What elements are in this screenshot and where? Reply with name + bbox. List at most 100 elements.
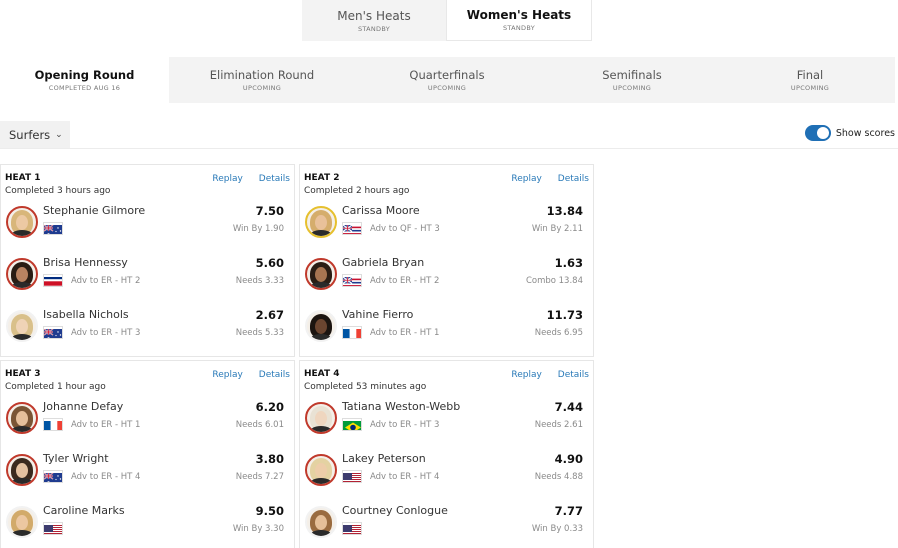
- replay-link[interactable]: Replay: [511, 370, 541, 380]
- surfer-row[interactable]: Johanne Defay Adv to ER - HT 1 6.20 Needs 6…: [1, 397, 294, 449]
- tab-status: STANDBY: [502, 24, 536, 32]
- avatar: [305, 506, 337, 538]
- show-scores-label: Show scores: [835, 127, 895, 139]
- surfer-name: Gabriela Bryan: [342, 256, 425, 269]
- tab-womens-heats[interactable]: Women's Heats STANDBY: [446, 0, 592, 41]
- details-link[interactable]: Details: [259, 174, 290, 184]
- flag-icon: [43, 470, 63, 483]
- tab-semifinals[interactable]: Semifinals UPCOMING: [539, 57, 725, 103]
- surfer-name: Tyler Wright: [43, 452, 109, 465]
- heat-card: HEAT 2 Completed 2 hours ago Replay Details…: [299, 164, 594, 357]
- surfer-name: Lakey Peterson: [342, 452, 426, 465]
- surfer-row[interactable]: Carissa Moore Adv to QF - HT 3 13.84 Win By…: [300, 201, 593, 253]
- surfer-row[interactable]: Gabriela Bryan Adv to ER - HT 2 1.63 Combo …: [300, 253, 593, 305]
- avatar: [6, 506, 38, 538]
- score-note: Needs 5.33: [235, 328, 284, 338]
- score-note: Win By 1.90: [232, 224, 284, 234]
- surfer-row[interactable]: Lakey Peterson Adv to ER - HT 4 4.90 Needs …: [300, 449, 593, 501]
- avatar: [6, 454, 38, 486]
- divider: [0, 148, 898, 149]
- advance-status: Adv to ER - HT 1: [71, 420, 141, 430]
- tab-final[interactable]: Final UPCOMING: [725, 57, 895, 103]
- replay-link[interactable]: Replay: [511, 174, 541, 184]
- details-link[interactable]: Details: [259, 370, 290, 380]
- show-scores-control: Show scores: [804, 125, 895, 141]
- flag-icon: [43, 418, 63, 431]
- flag-icon: [342, 274, 362, 287]
- surfer-row[interactable]: Tyler Wright Adv to ER - HT 4 3.80 Needs 7.…: [1, 449, 294, 501]
- tab-status: STANDBY: [357, 24, 391, 33]
- avatar: [305, 402, 337, 434]
- tab-label: Women's Heats: [466, 8, 572, 22]
- heat-score: 11.73: [546, 308, 583, 322]
- avatar: [305, 310, 337, 342]
- advance-status: Adv to ER - HT 2: [370, 276, 440, 286]
- heat-score: 3.80: [255, 452, 284, 466]
- tab-label: Opening Round: [34, 68, 135, 82]
- advance-status: Adv to ER - HT 4: [71, 472, 141, 482]
- advance-status: Adv to ER - HT 1: [370, 328, 440, 338]
- flag-icon: [342, 470, 362, 483]
- score-note: Needs 2.61: [534, 420, 583, 430]
- details-link[interactable]: Details: [558, 370, 589, 380]
- surfer-row[interactable]: Vahine Fierro Adv to ER - HT 1 11.73 Needs …: [300, 305, 593, 357]
- heat-status: Completed 1 hour ago: [5, 382, 106, 392]
- score-note: Win By 2.11: [531, 224, 583, 234]
- heat-actions: Replay Details: [511, 174, 589, 184]
- flag-icon: [342, 418, 362, 431]
- advance-status: Adv to ER - HT 2: [71, 276, 141, 286]
- avatar: [305, 454, 337, 486]
- surfer-name: Vahine Fierro: [342, 308, 414, 321]
- tab-opening-round[interactable]: Opening Round COMPLETED AUG 16: [0, 57, 169, 103]
- show-scores-toggle[interactable]: [804, 125, 831, 141]
- heat-status: Completed 3 hours ago: [5, 186, 111, 196]
- avatar: [6, 402, 38, 434]
- surfers-dropdown-label: Surfers: [9, 127, 51, 142]
- tab-status: UPCOMING: [242, 84, 282, 92]
- heat-status: Completed 53 minutes ago: [304, 382, 427, 392]
- tab-mens-heats[interactable]: Men's Heats STANDBY: [302, 0, 446, 41]
- flag-icon: [342, 326, 362, 339]
- surfer-row[interactable]: Caroline Marks 9.50 Win By 3.30: [1, 501, 294, 548]
- tab-status: UPCOMING: [427, 84, 467, 92]
- tab-status: COMPLETED AUG 16: [48, 84, 121, 92]
- heat-score: 5.60: [255, 256, 284, 270]
- surfer-row[interactable]: Isabella Nichols Adv to ER - HT 3 2.67 Need…: [1, 305, 294, 357]
- advance-status: Adv to ER - HT 3: [370, 420, 440, 430]
- heat-score: 7.50: [255, 204, 284, 218]
- replay-link[interactable]: Replay: [212, 370, 242, 380]
- round-tabs: Opening Round COMPLETED AUG 16 Eliminati…: [0, 57, 895, 103]
- surfer-row[interactable]: Brisa Hennessy Adv to ER - HT 2 5.60 Needs …: [1, 253, 294, 305]
- tab-label: Semifinals: [602, 68, 662, 82]
- surfer-name: Stephanie Gilmore: [43, 204, 146, 217]
- heat-card: HEAT 1 Completed 3 hours ago Replay Details…: [0, 164, 295, 357]
- surfer-row[interactable]: Courtney Conlogue 7.77 Win By 0.33: [300, 501, 593, 548]
- heat-score: 7.44: [554, 400, 583, 414]
- heat-card: HEAT 4 Completed 53 minutes ago Replay Deta…: [299, 360, 594, 548]
- avatar: [6, 310, 38, 342]
- tab-elimination-round[interactable]: Elimination Round UPCOMING: [169, 57, 355, 103]
- avatar: [305, 258, 337, 290]
- heat-score: 7.77: [554, 504, 583, 518]
- chevron-down-icon: ⌄: [55, 129, 63, 140]
- score-note: Needs 6.95: [534, 328, 583, 338]
- surfers-dropdown[interactable]: Surfers ⌄: [0, 121, 70, 148]
- tab-quarterfinals[interactable]: Quarterfinals UPCOMING: [355, 57, 539, 103]
- score-note: Win By 3.30: [232, 524, 284, 534]
- score-note: Win By 0.33: [531, 524, 583, 534]
- heat-card: HEAT 3 Completed 1 hour ago Replay Details J…: [0, 360, 295, 548]
- heat-score: 4.90: [554, 452, 583, 466]
- heat-score: 6.20: [255, 400, 284, 414]
- heat-actions: Replay Details: [212, 370, 290, 380]
- heat-score: 1.63: [554, 256, 583, 270]
- score-note: Needs 3.33: [235, 276, 284, 286]
- surfer-name: Brisa Hennessy: [43, 256, 128, 269]
- tab-status: UPCOMING: [790, 84, 830, 92]
- tab-label: Quarterfinals: [409, 68, 485, 82]
- replay-link[interactable]: Replay: [212, 174, 242, 184]
- details-link[interactable]: Details: [558, 174, 589, 184]
- gender-tabs: Men's Heats STANDBY Women's Heats STANDB…: [302, 0, 592, 41]
- surfer-row[interactable]: Stephanie Gilmore 7.50 Win By 1.90: [1, 201, 294, 253]
- tab-status: UPCOMING: [612, 84, 652, 92]
- surfer-row[interactable]: Tatiana Weston-Webb Adv to ER - HT 3 7.44 N…: [300, 397, 593, 449]
